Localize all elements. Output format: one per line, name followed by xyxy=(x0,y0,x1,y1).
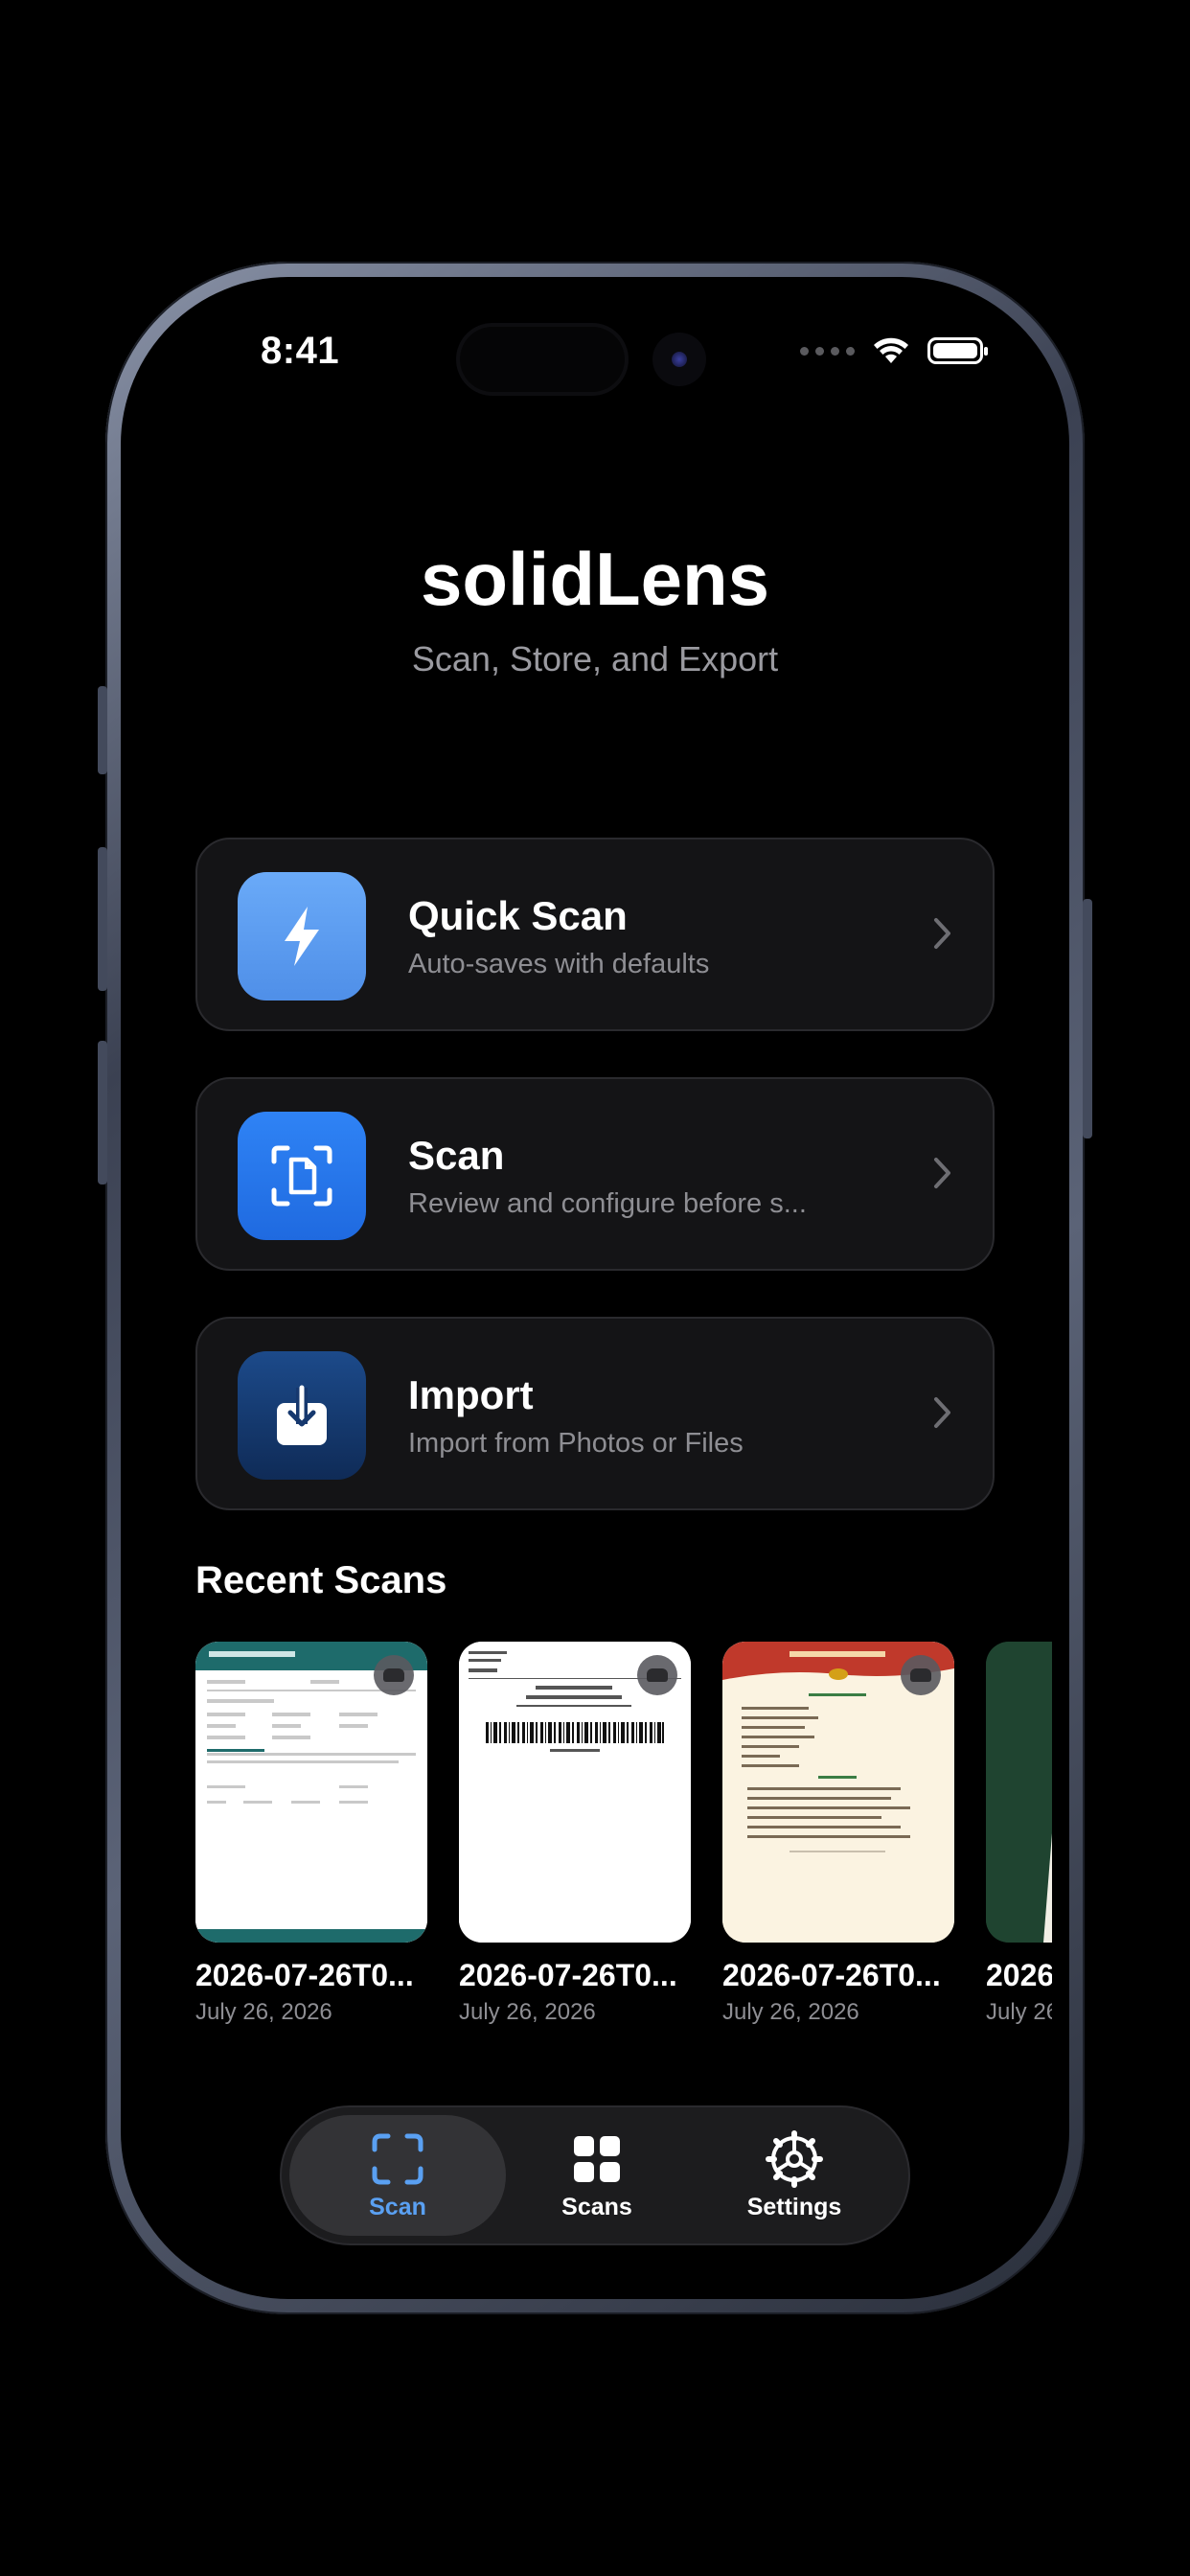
document-scan-icon xyxy=(271,1145,332,1207)
recent-scan-item[interactable]: 2026-07-26T0... July 26, 2026 xyxy=(195,1642,427,2026)
recent-scan-item[interactable]: 2026-07-26T0... July 26, 2026 xyxy=(722,1642,954,2026)
signal-dots-icon xyxy=(800,346,855,356)
scan-date: July 26, 2026 xyxy=(459,1999,596,2025)
recent-scans-carousel[interactable]: 2026-07-26T0... July 26, 2026 2026-07-26… xyxy=(195,1642,1052,2044)
scanner-badge-icon xyxy=(901,1655,941,1695)
tab-label: Scan xyxy=(369,2193,426,2220)
scan-thumbnail xyxy=(722,1642,954,1943)
quick-scan-title: Quick Scan xyxy=(408,893,628,938)
chevron-right-icon xyxy=(934,1158,950,1188)
scanner-badge-icon xyxy=(637,1655,677,1695)
action-button xyxy=(98,686,107,774)
power-button xyxy=(1083,899,1092,1138)
volume-up-button xyxy=(98,847,107,991)
scan-title: Scan xyxy=(408,1133,505,1178)
chevron-right-icon xyxy=(934,1397,950,1428)
download-icon xyxy=(277,1385,327,1445)
volume-down-button xyxy=(98,1041,107,1184)
tab-settings[interactable]: Settings xyxy=(686,2115,903,2236)
tab-scan[interactable]: Scan xyxy=(289,2115,506,2236)
scan-name: 2026-07-26T0... xyxy=(722,1958,941,1992)
app-title: solidLens xyxy=(420,537,770,621)
recent-scan-item[interactable]: 2026 July 26 xyxy=(986,1642,1052,2026)
grid-icon xyxy=(574,2135,620,2182)
scan-card[interactable]: Scan Review and configure before s... xyxy=(195,1077,995,1271)
front-camera xyxy=(652,333,706,386)
import-icon-tile xyxy=(238,1351,366,1480)
scan-name: 2026 xyxy=(986,1958,1052,1992)
scan-thumbnail xyxy=(986,1642,1052,1943)
gear-icon xyxy=(766,2129,823,2188)
tab-label: Settings xyxy=(746,2193,842,2220)
scan-subtitle: Review and configure before s... xyxy=(408,1188,807,1219)
scan-frame-icon xyxy=(372,2133,423,2184)
battery-icon xyxy=(927,337,988,364)
import-title: Import xyxy=(408,1372,534,1417)
recent-scans-title: Recent Scans xyxy=(195,1559,447,1601)
bolt-icon xyxy=(285,907,319,966)
chevron-right-icon xyxy=(934,918,950,949)
dynamic-island xyxy=(460,327,625,392)
quick-scan-card[interactable]: Quick Scan Auto-saves with defaults xyxy=(195,838,995,1031)
tab-label: Scans xyxy=(561,2193,632,2220)
scan-thumbnail xyxy=(459,1642,691,1943)
tab-scans[interactable]: Scans xyxy=(489,2115,705,2236)
wifi-icon xyxy=(874,337,908,363)
scanner-badge-icon xyxy=(374,1655,414,1695)
scan-name: 2026-07-26T0... xyxy=(195,1958,414,1992)
scan-date: July 26, 2026 xyxy=(722,1999,859,2025)
import-card[interactable]: Import Import from Photos or Files xyxy=(195,1317,995,1510)
status-time: 8:41 xyxy=(261,330,340,372)
scan-name: 2026-07-26T0... xyxy=(459,1958,677,1992)
quick-scan-subtitle: Auto-saves with defaults xyxy=(408,949,710,979)
app-screen: 8:41 solidLens Scan, Store, and Export Q… xyxy=(121,277,1069,2299)
scan-icon-tile xyxy=(238,1112,366,1240)
scan-date: July 26, 2026 xyxy=(195,1999,332,2025)
document-preview xyxy=(986,1642,1052,1943)
recent-scan-item[interactable]: 2026-07-26T0... July 26, 2026 xyxy=(459,1642,691,2026)
quick-scan-icon-tile xyxy=(238,872,366,1000)
import-subtitle: Import from Photos or Files xyxy=(408,1428,744,1459)
scan-date: July 26 xyxy=(986,1999,1052,2025)
scan-thumbnail xyxy=(195,1642,427,1943)
status-icons xyxy=(800,336,988,365)
tab-bar: Scan Scans Settings xyxy=(280,2105,910,2245)
app-subtitle: Scan, Store, and Export xyxy=(411,639,779,678)
